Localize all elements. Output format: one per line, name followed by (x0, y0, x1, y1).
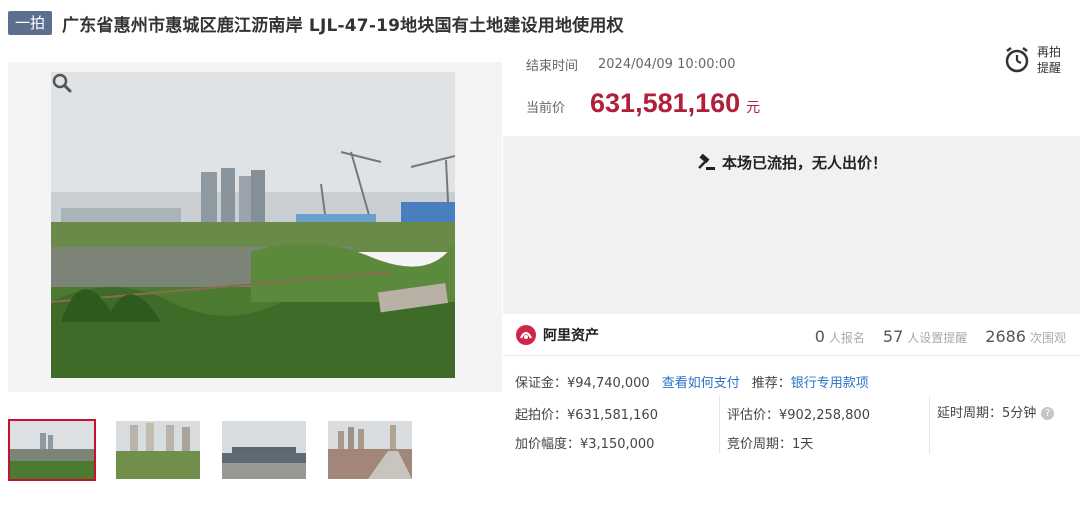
payment-help-link[interactable]: 查看如何支付 (662, 372, 740, 391)
thumbnail-4[interactable] (326, 419, 414, 481)
end-time-value: 2024/04/09 10:00:00 (598, 57, 736, 72)
recommend-link[interactable]: 银行专用款项 (791, 372, 869, 391)
details-grid: 起拍价：¥631,581,160 评估价：¥902,258,800 延时周期：5… (503, 396, 1080, 456)
question-icon[interactable]: ? (1041, 407, 1055, 420)
auction-status-panel: 本场已流拍，无人出价！ (503, 136, 1080, 314)
increment: 加价幅度：¥3,150,000 (515, 437, 655, 452)
reminders-stat: 57 人设置提醒 (883, 327, 967, 346)
status-message-row: 本场已流拍，无人出价！ (503, 152, 1080, 173)
signups-stat: 0 人报名 (815, 327, 865, 346)
platform-row: 阿里资产 0 人报名 57 人设置提醒 2686 次围观 (503, 318, 1080, 356)
delay-period: 延时周期：5分钟 (937, 406, 1037, 421)
price-unit: 元 (746, 100, 761, 116)
round-badge: 一拍 (8, 11, 53, 35)
divider-1 (719, 396, 720, 454)
reminders-label: 人设置提醒 (907, 331, 968, 345)
end-time-row: 结束时间 2024/04/09 10:00:00 (526, 55, 735, 74)
page-title: 广东省惠州市惠城区鹿江沥南岸 LJL-47-19地块国有土地建设用地使用权 (62, 15, 624, 36)
views-count: 2686 (985, 327, 1026, 346)
title-row: 一拍 广东省惠州市惠城区鹿江沥南岸 LJL-47-19地块国有土地建设用地使用权 (8, 10, 624, 36)
current-price-label: 当前价 (526, 101, 566, 116)
thumbnail-1[interactable] (8, 419, 96, 481)
current-price-value: 631,581,160 (590, 88, 741, 118)
thumbnail-4-image (328, 421, 412, 479)
main-photo[interactable] (8, 62, 502, 392)
thumbnail-strip (8, 419, 414, 481)
main-photo-image (51, 72, 455, 378)
current-price-row: 当前价 631,581,160 元 (526, 88, 760, 119)
views-stat: 2686 次围观 (985, 327, 1066, 346)
start-price: 起拍价：¥631,581,160 (515, 408, 658, 423)
gavel-icon (698, 153, 715, 170)
auction-summary: 结束时间 2024/04/09 10:00:00 当前价 631,581,160… (503, 40, 1080, 136)
thumbnail-1-image (10, 421, 94, 479)
signups-label: 人报名 (828, 331, 865, 345)
thumbnail-3-image (222, 421, 306, 479)
ali-asset-logo-icon (516, 325, 536, 345)
views-label: 次围观 (1029, 331, 1066, 345)
alarm-clock-icon (1005, 47, 1029, 73)
status-message: 本场已流拍，无人出价！ (721, 154, 887, 172)
appraisal-price: 评估价：¥902,258,800 (727, 408, 870, 423)
delay-period-cell: 延时周期：5分钟? (937, 402, 1055, 421)
remind-label: 再拍提醒 (1037, 45, 1062, 75)
end-time-label: 结束时间 (526, 59, 579, 74)
remind-button[interactable]: 再拍提醒 (1003, 44, 1065, 76)
divider-2 (929, 396, 930, 454)
recommend-label: 推荐： (751, 376, 791, 391)
platform-brand[interactable]: 阿里资产 (515, 324, 599, 346)
deposit-row: 保证金：¥94,740,000 查看如何支付 推荐： 银行专用款项 (515, 372, 869, 391)
deposit: 保证金：¥94,740,000 (515, 376, 650, 391)
magnifier-icon[interactable] (51, 72, 73, 94)
signups-count: 0 (814, 327, 825, 346)
platform-name: 阿里资产 (543, 328, 599, 344)
thumbnail-3[interactable] (220, 419, 308, 481)
reminders-count: 57 (882, 327, 904, 346)
thumbnail-2[interactable] (114, 419, 202, 481)
bid-cycle: 竞价周期：1天 (727, 437, 814, 452)
stats: 0 人报名 57 人设置提醒 2686 次围观 (815, 327, 1066, 346)
thumbnail-2-image (116, 421, 200, 479)
